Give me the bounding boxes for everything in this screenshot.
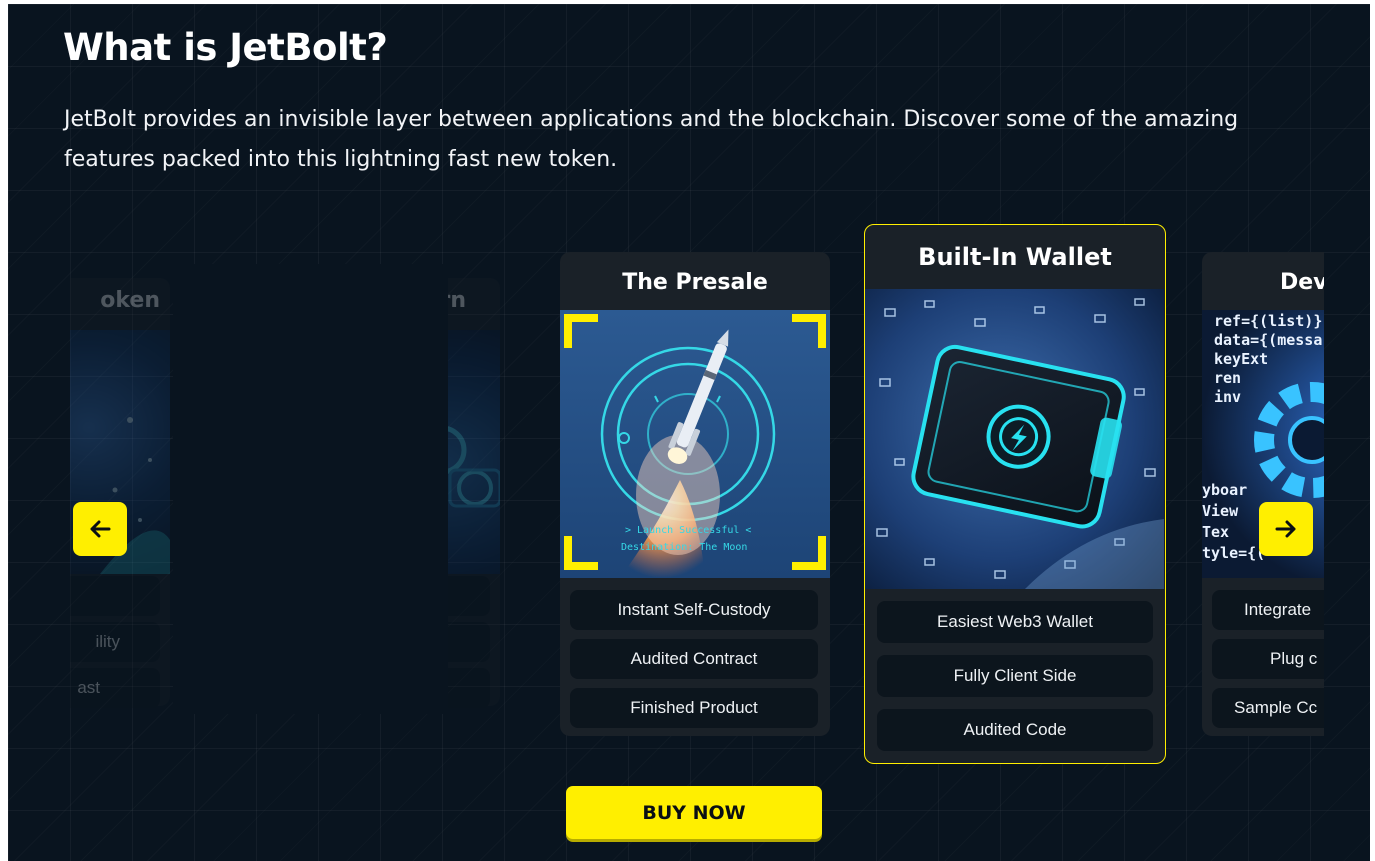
wallet-feature-client-side: Fully Client Side (877, 655, 1153, 697)
card-image (865, 289, 1164, 589)
card-feature: ast (70, 668, 160, 708)
card-title: Dev (1280, 270, 1324, 295)
carousel-card-token[interactable]: oken ility ast (70, 278, 170, 708)
arrow-left-icon (90, 520, 111, 538)
wallet-feature-easiest: Easiest Web3 Wallet (877, 601, 1153, 643)
presale-feature-audited-contract: Audited Contract (570, 639, 818, 679)
presale-feature-finished-product: Finished Product (570, 688, 818, 728)
wallet-feature-audited-code: Audited Code (877, 709, 1153, 751)
section-heading: What is JetBolt? (63, 26, 388, 69)
card-title: oken (100, 288, 160, 313)
section-intro: JetBolt provides an invisible layer betw… (64, 107, 1239, 172)
card-feature (70, 576, 160, 616)
carousel-next-button[interactable] (1259, 502, 1313, 556)
card-feature: Sample Cc (1212, 688, 1324, 728)
card-feature: Integrate (1212, 590, 1324, 630)
carousel-card-wallet[interactable]: Built-In Wallet Easiest Web3 Wallet Full… (864, 224, 1166, 764)
feature-carousel: oken ility ast The Presale > Launch Succ… (70, 204, 1324, 784)
presale-caption-line2: Destination: The Moon (621, 542, 747, 553)
carousel-fade-left (173, 264, 448, 714)
card-title: Built-In Wallet (918, 243, 1112, 271)
presale-caption-line1: > Launch Successful < (625, 525, 751, 536)
developer-code-top: ref={(list)} data={(messa keyExt ren inv (1214, 312, 1323, 406)
developer-code-bottom: yboar View Tex tyle={( (1202, 481, 1266, 562)
card-feature: Plug c (1212, 639, 1324, 679)
arrow-right-icon (1275, 520, 1296, 538)
card-title: The Presale (622, 270, 768, 295)
jetbolt-section: What is JetBolt? JetBolt provides an inv… (8, 4, 1370, 861)
presale-feature-self-custody: Instant Self-Custody (570, 590, 818, 630)
carousel-card-presale[interactable]: The Presale > Launch Successful < Destin… (560, 252, 830, 736)
carousel-card-developer[interactable]: Dev ref={(list)} data={(messa keyExt ren… (1202, 252, 1324, 736)
buy-now-button[interactable]: BUY NOW (566, 786, 822, 839)
card-feature: ility (70, 622, 160, 662)
card-image: > Launch Successful < Destination: The M… (560, 310, 830, 578)
carousel-prev-button[interactable] (73, 502, 127, 556)
